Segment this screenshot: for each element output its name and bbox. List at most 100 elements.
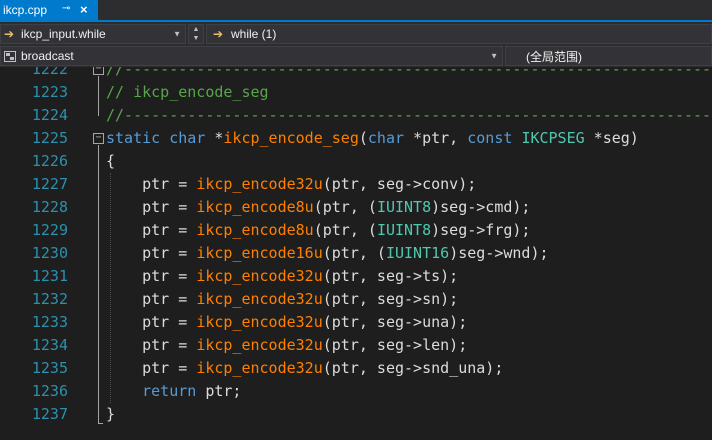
code-text: static char *ikcp_encode_seg(char *ptr, … [106, 127, 639, 150]
code-line[interactable]: 1227 ptr = ikcp_encode32u(ptr, seg->conv… [0, 173, 712, 196]
code-text: //--------------------------------------… [106, 67, 712, 81]
code-line[interactable]: 1236 return ptr; [0, 380, 712, 403]
code-token: )seg->cmd); [431, 198, 531, 216]
code-token: ptr; [196, 382, 242, 400]
member-dropdown[interactable]: ➔ while (1) [206, 24, 712, 44]
code-token: (ptr, seg->conv); [322, 175, 477, 193]
line-number: 1232 [31, 290, 68, 308]
code-token: IKCPSEG [521, 129, 585, 147]
code-token: )seg->frg); [431, 221, 531, 239]
code-token: ptr = [106, 175, 197, 193]
scope-value: ikcp_input.while [21, 27, 106, 41]
line-number: 1237 [31, 405, 68, 423]
spinner-down-icon[interactable]: ▼ [189, 34, 203, 43]
code-line[interactable]: 1231 ptr = ikcp_encode32u(ptr, seg->ts); [0, 265, 712, 288]
code-text: } [106, 403, 115, 426]
line-number: 1226 [31, 152, 68, 170]
line-number: 1225 [31, 129, 68, 147]
line-number: 1228 [31, 198, 68, 216]
code-token: ptr = [106, 290, 197, 308]
line-number: 1236 [31, 382, 68, 400]
code-text: ptr = ikcp_encode32u(ptr, seg->conv); [106, 173, 476, 196]
code-token: ikcp_encode32u [196, 175, 323, 193]
code-token: ikcp_encode32u [196, 290, 323, 308]
code-text: // ikcp_encode_seg [106, 81, 269, 104]
code-line[interactable]: 1229 ptr = ikcp_encode8u(ptr, (IUINT8)se… [0, 219, 712, 242]
line-number: 1223 [31, 83, 68, 101]
outline-end-mark [98, 423, 103, 424]
code-token: ikcp_encode32u [196, 336, 323, 354]
line-number: 1227 [31, 175, 68, 193]
code-line[interactable]: 1237} [0, 403, 712, 426]
code-line[interactable]: 1228 ptr = ikcp_encode8u(ptr, (IUINT8)se… [0, 196, 712, 219]
code-token: *seg) [584, 129, 639, 147]
code-token: ptr = [106, 359, 197, 377]
code-text: ptr = ikcp_encode16u(ptr, (IUINT16)seg->… [106, 242, 548, 265]
document-tab-strip: ikcp.cpp ⊸ × [0, 0, 712, 20]
collapse-icon[interactable]: − [93, 67, 104, 75]
tab-title: ikcp.cpp [3, 3, 48, 17]
indent-guide [110, 173, 111, 403]
line-number: 1231 [31, 267, 68, 285]
code-line[interactable]: 1233 ptr = ikcp_encode32u(ptr, seg->una)… [0, 311, 712, 334]
code-token: ptr = [106, 313, 197, 331]
outline-line [98, 76, 99, 116]
line-number: 1233 [31, 313, 68, 331]
code-token: char [367, 129, 405, 147]
code-line[interactable]: 1235 ptr = ikcp_encode32u(ptr, seg->snd_… [0, 357, 712, 380]
code-token: IUINT16 [385, 244, 450, 262]
code-token: *ptr, [404, 129, 468, 147]
line-number: 1222 [31, 67, 68, 78]
code-token: char [169, 129, 206, 147]
code-text: ptr = ikcp_encode32u(ptr, seg->sn); [106, 288, 458, 311]
line-number: 1235 [31, 359, 68, 377]
code-text: ptr = ikcp_encode8u(ptr, (IUINT8)seg->cm… [106, 196, 530, 219]
code-text: ptr = ikcp_encode32u(ptr, seg->snd_una); [106, 357, 503, 380]
code-line[interactable]: 1230 ptr = ikcp_encode16u(ptr, (IUINT16)… [0, 242, 712, 265]
close-icon[interactable]: × [80, 2, 88, 17]
spinner-up-icon[interactable]: ▲ [189, 25, 203, 34]
project-icon [4, 51, 16, 62]
global-scope-value: (全局范围) [526, 49, 582, 64]
pin-icon[interactable]: ⊸ [62, 3, 70, 14]
code-line[interactable]: 1222 //----------------------------------… [0, 67, 712, 81]
project-bar: broadcast ▼ (全局范围) [0, 46, 712, 67]
line-number: 1229 [31, 221, 68, 239]
scope-dropdown[interactable]: ➔ ikcp_input.while ▼ [0, 24, 186, 44]
global-scope-dropdown[interactable]: (全局范围) [505, 46, 712, 66]
code-line[interactable]: 1225 static char *ikcp_encode_seg(char *p… [0, 127, 712, 150]
code-token: ikcp_encode8u [196, 198, 314, 216]
code-line[interactable]: 1223 // ikcp_encode_seg [0, 81, 712, 104]
code-token: IUINT8 [376, 221, 432, 239]
code-token: ptr = [106, 336, 197, 354]
code-token: ikcp_encode32u [196, 267, 323, 285]
code-token: ikcp_encode32u [196, 313, 323, 331]
code-token: ptr = [106, 198, 197, 216]
navigation-bar: ➔ ikcp_input.while ▼ ▲ ▼ ➔ while (1) [0, 22, 712, 46]
code-token: const [467, 129, 513, 147]
code-line[interactable]: 1232 ptr = ikcp_encode32u(ptr, seg->sn); [0, 288, 712, 311]
code-token: ikcp_encode32u [196, 359, 323, 377]
code-token: //--------------------------------------… [106, 67, 712, 78]
project-dropdown[interactable]: broadcast ▼ [0, 46, 503, 66]
code-token: (ptr, seg->sn); [322, 290, 459, 308]
scope-spinner[interactable]: ▲ ▼ [188, 24, 204, 44]
code-token: } [106, 405, 116, 423]
code-line[interactable]: 1234 ptr = ikcp_encode32u(ptr, seg->len)… [0, 334, 712, 357]
code-text: ptr = ikcp_encode32u(ptr, seg->ts); [106, 265, 458, 288]
code-text: //--------------------------------------… [106, 104, 712, 127]
code-editor[interactable]: 1222 //----------------------------------… [0, 67, 712, 440]
code-token: ikcp_encode16u [196, 244, 323, 262]
code-text: { [106, 150, 115, 173]
code-line[interactable]: 1224 //----------------------------------… [0, 104, 712, 127]
code-token: // ikcp_encode_seg [106, 83, 269, 101]
collapse-icon[interactable]: − [93, 133, 104, 144]
code-line[interactable]: 1226 { [0, 150, 712, 173]
code-token: static [106, 129, 161, 147]
line-number: 1234 [31, 336, 68, 354]
project-value: broadcast [21, 49, 74, 63]
tab-ikcp-cpp[interactable]: ikcp.cpp ⊸ × [0, 0, 98, 20]
outline-line [98, 145, 99, 423]
